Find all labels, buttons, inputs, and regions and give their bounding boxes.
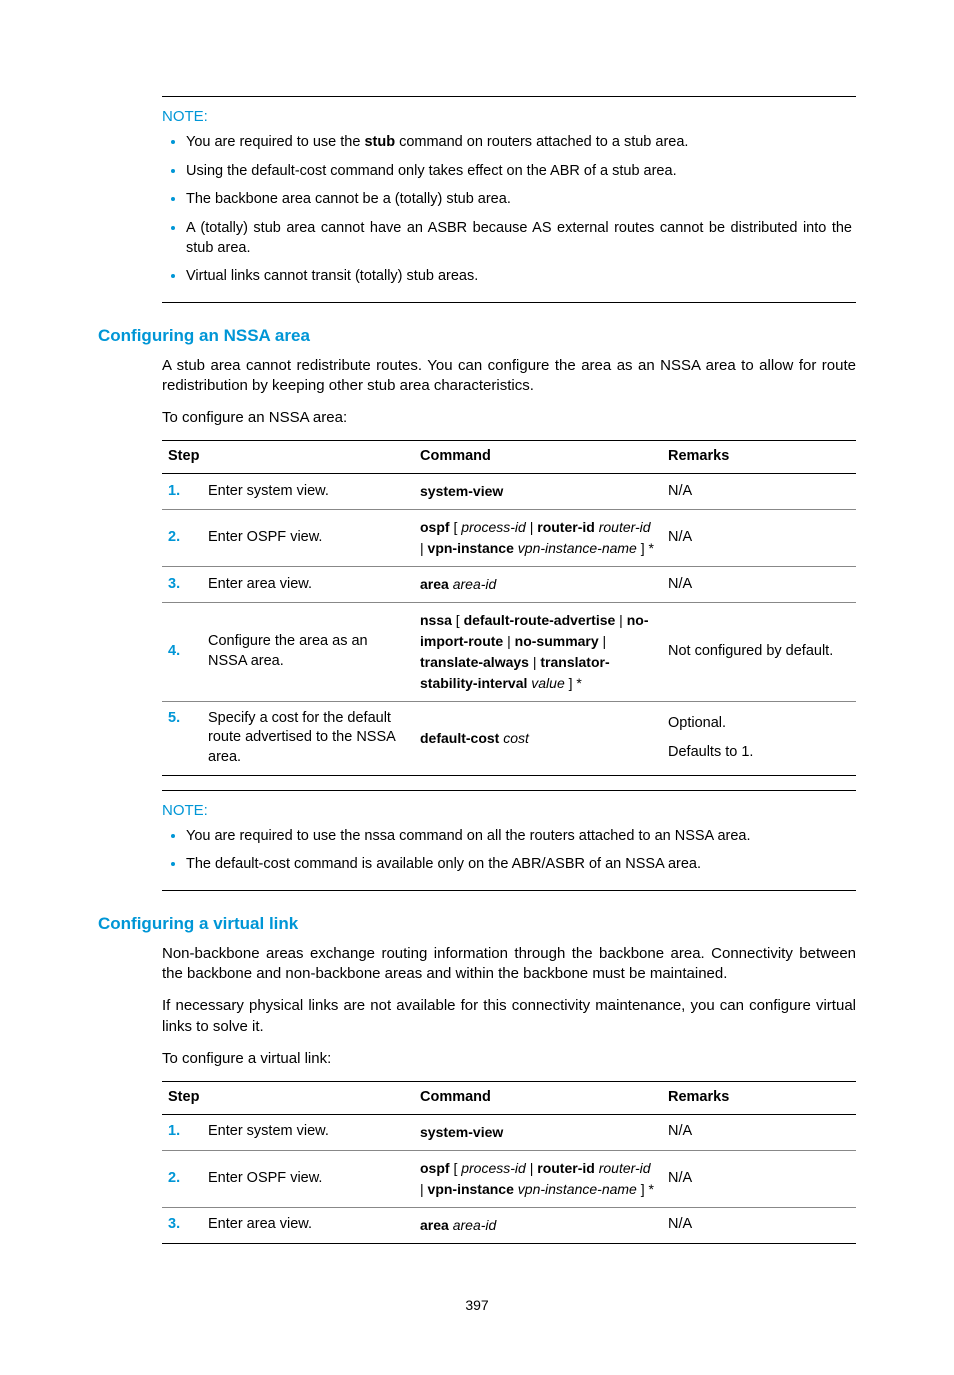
step-number: 4. [162,602,202,701]
step-command: default-cost cost [414,701,662,775]
step-command: system-view [414,1114,662,1150]
table-row: 2. Enter OSPF view. ospf [ process-id | … [162,1150,856,1207]
note-box-stub: NOTE: You are required to use the stub c… [162,96,856,303]
step-description: Enter area view. [202,566,414,602]
step-description: Specify a cost for the default route adv… [202,701,414,775]
col-header-remarks: Remarks [662,441,856,474]
steps-table-nssa: Step Command Remarks 1. Enter system vie… [162,440,856,775]
page-number: 397 [98,1296,856,1315]
step-command: nssa [ default-route-advertise | no-impo… [414,602,662,701]
step-number: 3. [162,1207,202,1243]
table-row: 2. Enter OSPF view. ospf [ process-id | … [162,509,856,566]
step-number: 3. [162,566,202,602]
paragraph: A stub area cannot redistribute routes. … [162,356,856,397]
paragraph: To configure an NSSA area: [162,408,856,428]
note-label: NOTE: [162,801,856,821]
table-row: 3. Enter area view. area area-id N/A [162,566,856,602]
step-description: Enter area view. [202,1207,414,1243]
steps-table-vlink: Step Command Remarks 1. Enter system vie… [162,1081,856,1244]
note-item: You are required to use the nssa command… [186,827,852,847]
note-list-stub: You are required to use the stub command… [162,133,856,286]
table-row: 1. Enter system view. system-view N/A [162,473,856,509]
step-remarks: Optional.Defaults to 1. [662,701,856,775]
col-header-step: Step [162,441,414,474]
table-row: 1. Enter system view. system-view N/A [162,1114,856,1150]
step-command: area area-id [414,566,662,602]
step-remarks: N/A [662,1114,856,1150]
paragraph: To configure a virtual link: [162,1049,856,1069]
document-page: NOTE: You are required to use the stub c… [0,0,954,1375]
col-header-step: Step [162,1082,414,1115]
note-item: The backbone area cannot be a (totally) … [186,190,852,210]
heading-vlink: Configuring a virtual link [98,913,856,936]
step-number: 1. [162,473,202,509]
col-header-remarks: Remarks [662,1082,856,1115]
note-item: The default-cost command is available on… [186,855,852,875]
step-command: area area-id [414,1207,662,1243]
note-label: NOTE: [162,107,856,127]
step-remarks: Not configured by default. [662,602,856,701]
step-number: 2. [162,1150,202,1207]
step-remarks: N/A [662,473,856,509]
step-number: 5. [162,701,202,775]
step-remarks: N/A [662,509,856,566]
step-description: Enter system view. [202,1114,414,1150]
step-description: Enter system view. [202,473,414,509]
note-box-nssa: NOTE: You are required to use the nssa c… [162,790,856,891]
note-item: You are required to use the stub command… [186,133,852,153]
step-remarks: N/A [662,1150,856,1207]
step-number: 1. [162,1114,202,1150]
note-item: Virtual links cannot transit (totally) s… [186,267,852,287]
step-description: Configure the area as an NSSA area. [202,602,414,701]
step-description: Enter OSPF view. [202,509,414,566]
table-row: 5. Specify a cost for the default route … [162,701,856,775]
step-command: ospf [ process-id | router-id router-id … [414,509,662,566]
col-header-command: Command [414,441,662,474]
step-number: 2. [162,509,202,566]
step-command: system-view [414,473,662,509]
col-header-command: Command [414,1082,662,1115]
paragraph: Non-backbone areas exchange routing info… [162,944,856,985]
table-row: 4. Configure the area as an NSSA area. n… [162,602,856,701]
step-remarks: N/A [662,1207,856,1243]
step-command: ospf [ process-id | router-id router-id … [414,1150,662,1207]
heading-nssa: Configuring an NSSA area [98,325,856,348]
paragraph: If necessary physical links are not avai… [162,996,856,1037]
table-row: 3. Enter area view. area area-id N/A [162,1207,856,1243]
note-item: Using the default-cost command only take… [186,162,852,182]
step-description: Enter OSPF view. [202,1150,414,1207]
note-item: A (totally) stub area cannot have an ASB… [186,219,852,258]
step-remarks: N/A [662,566,856,602]
note-list-nssa: You are required to use the nssa command… [162,827,856,875]
